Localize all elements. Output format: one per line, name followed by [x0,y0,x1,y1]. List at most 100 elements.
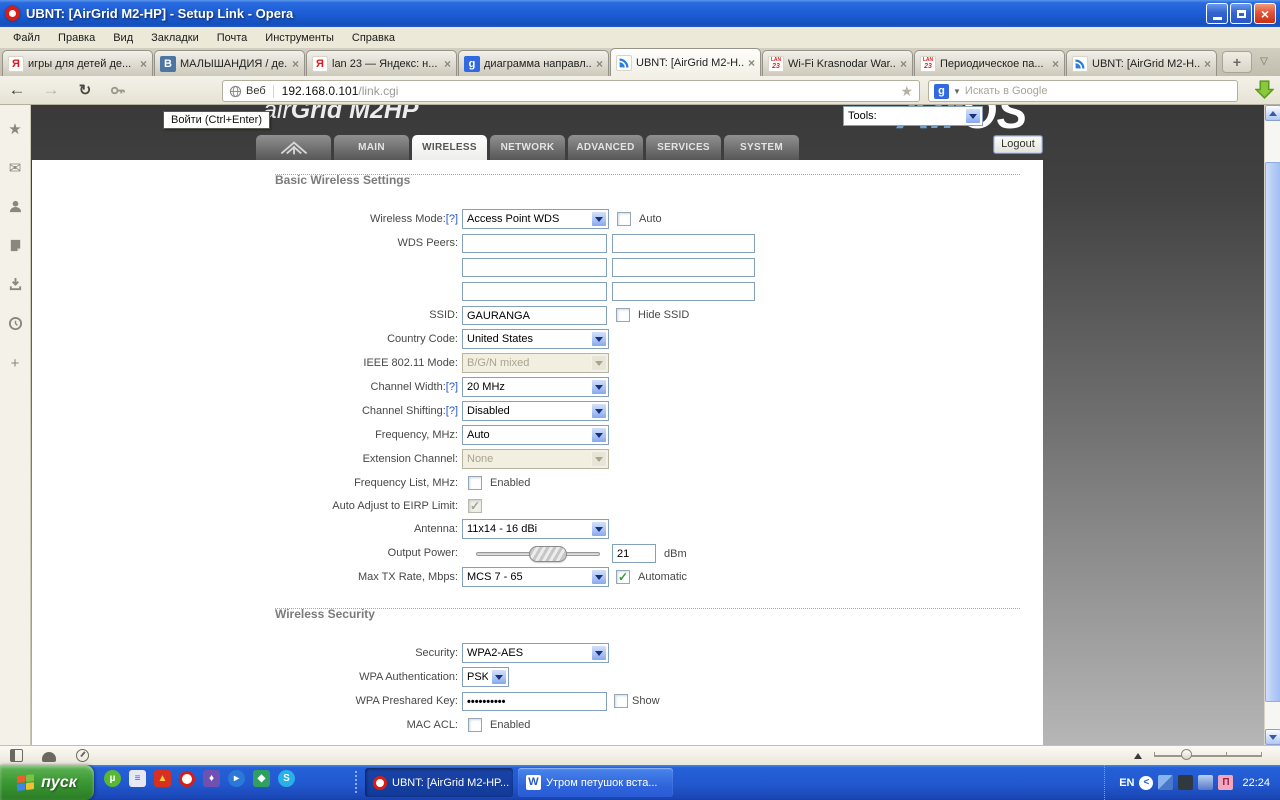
slider-handle[interactable] [529,546,567,562]
show-key-checkbox[interactable] [614,694,628,708]
app-icon[interactable]: ♦ [203,770,220,787]
aimp-icon[interactable]: ▲ [154,770,171,787]
scrollbar-thumb[interactable] [1265,162,1280,702]
search-input[interactable] [964,85,1232,97]
wpa-authentication-select[interactable]: PSK [462,667,509,687]
wpa-preshared-key-input[interactable]: •••••••••• [462,692,607,711]
menu-tools[interactable]: Инструменты [256,30,343,46]
antivirus-shield-icon[interactable]: ◆ [253,770,270,787]
sync-cloud-icon[interactable] [42,752,56,762]
tab-list-chevron-icon[interactable]: ▽ [1254,51,1274,73]
browser-tab-3[interactable]: Я lan 23 — Яндекс: н... × [306,50,457,76]
help-link[interactable]: [?] [446,381,458,393]
site-badge[interactable]: Веб [229,84,274,98]
language-indicator[interactable]: EN [1119,777,1134,789]
downloads-icon[interactable] [7,277,24,294]
menu-bookmarks[interactable]: Закладки [142,30,208,46]
menu-help[interactable]: Справка [343,30,404,46]
bookmarks-star-icon[interactable]: ★ [7,121,24,138]
tab-close-icon[interactable]: × [292,58,299,70]
tab-network[interactable]: NETWORK [489,134,566,160]
menu-view[interactable]: Вид [104,30,142,46]
menu-mail[interactable]: Почта [208,30,257,46]
panel-toggle-icon[interactable] [10,749,23,762]
scroll-down-button[interactable] [1265,729,1280,745]
tab-close-icon[interactable]: × [596,58,603,70]
notes-icon[interactable] [7,238,24,255]
frequency-select[interactable]: Auto [462,425,609,445]
turbo-gauge-icon[interactable] [76,749,89,762]
browser-tab-1[interactable]: Я игры для детей де... × [2,50,153,76]
wds-peer-input-5[interactable] [462,282,607,301]
zoom-slider-knob[interactable] [1181,749,1192,760]
wireless-mode-select[interactable]: Access Point WDS [462,209,609,229]
tab-wireless[interactable]: WIRELESS [411,134,488,160]
menu-file[interactable]: Файл [4,30,49,46]
tab-close-icon[interactable]: × [748,57,755,69]
tab-ubnt-logo[interactable] [255,134,332,160]
skype-icon[interactable]: S [278,770,295,787]
wds-peer-input-6[interactable] [612,282,755,301]
scroll-up-button[interactable] [1265,105,1280,121]
contacts-person-icon[interactable] [7,199,24,216]
browser-tab-2[interactable]: В МАЛЫШАНДИЯ / де... × [154,50,305,76]
tab-close-icon[interactable]: × [1052,58,1059,70]
security-tray-icon[interactable] [1198,775,1214,790]
taskbar-window-opera[interactable]: UBNT: [AirGrid M2-HP... [365,768,513,797]
url-field[interactable]: Веб 192.168.0.101 /link.cgi ★ [222,80,920,102]
country-code-select[interactable]: United States [462,329,609,349]
fit-width-icon[interactable] [1134,753,1142,759]
new-tab-button[interactable]: + [1222,51,1252,73]
antenna-tray-icon[interactable] [1178,775,1194,790]
tools-select[interactable]: Tools: [843,106,983,126]
punto-switcher-icon[interactable]: П [1218,775,1234,790]
mac-acl-checkbox[interactable] [468,718,482,732]
add-panel-icon[interactable]: + [7,355,24,372]
menu-edit[interactable]: Правка [49,30,104,46]
back-button[interactable]: ← [0,80,34,100]
notes-app-icon[interactable]: ≡ [129,770,146,787]
tab-advanced[interactable]: ADVANCED [567,134,644,160]
taskbar-window-word[interactable]: W Утром петушок вста... [518,768,673,797]
help-link[interactable]: [?] [446,213,458,225]
tab-close-icon[interactable]: × [1204,58,1211,70]
hide-ssid-checkbox[interactable] [616,308,630,322]
channel-width-select[interactable]: 20 MHz [462,377,609,397]
forward-button[interactable]: → [34,80,68,100]
security-select[interactable]: WPA2-AES [462,643,609,663]
bookmark-star-icon[interactable]: ★ [900,83,913,100]
wds-peer-input-1[interactable] [462,234,607,253]
utorrent-icon[interactable]: µ [104,770,121,787]
minimize-button[interactable] [1206,3,1228,24]
logout-button[interactable]: Logout [993,135,1043,154]
wds-peer-input-2[interactable] [612,234,755,253]
tab-services[interactable]: SERVICES [645,134,722,160]
zoom-slider[interactable] [1154,752,1262,757]
tab-close-icon[interactable]: × [444,58,451,70]
wds-peer-input-4[interactable] [612,258,755,277]
output-power-slider[interactable] [476,546,600,562]
media-player-icon[interactable]: ▸ [228,770,245,787]
history-clock-icon[interactable] [7,316,24,333]
restore-button[interactable] [1230,3,1252,24]
window-titlebar[interactable]: UBNT: [AirGrid M2-HP] - Setup Link - Ope… [0,0,1280,27]
output-power-input[interactable]: 21 [612,544,656,563]
reload-button[interactable]: ↻ [68,81,102,99]
browser-tab-6[interactable]: LAN 23 Wi-Fi Krasnodar War... × [762,50,913,76]
tab-main[interactable]: MAIN [333,134,410,160]
help-link[interactable]: [?] [446,405,458,417]
frequency-list-checkbox[interactable] [468,476,482,490]
wds-peer-input-3[interactable] [462,258,607,277]
vertical-scrollbar[interactable] [1264,105,1280,745]
auto-checkbox[interactable] [617,212,631,226]
browser-tab-4[interactable]: g диаграмма направл... × [458,50,609,76]
tab-system[interactable]: SYSTEM [723,134,800,160]
tray-collapse-icon[interactable]: < [1139,775,1154,790]
opera-launcher-icon[interactable] [179,770,195,787]
channel-shifting-select[interactable]: Disabled [462,401,609,421]
browser-tab-8[interactable]: UBNT: [AirGrid M2-H... × [1066,50,1217,76]
wand-key-icon[interactable] [102,83,132,98]
antenna-select[interactable]: 11x14 - 16 dBi [462,519,609,539]
automatic-checkbox[interactable] [616,570,630,584]
search-field[interactable]: g ▼ [928,80,1238,102]
